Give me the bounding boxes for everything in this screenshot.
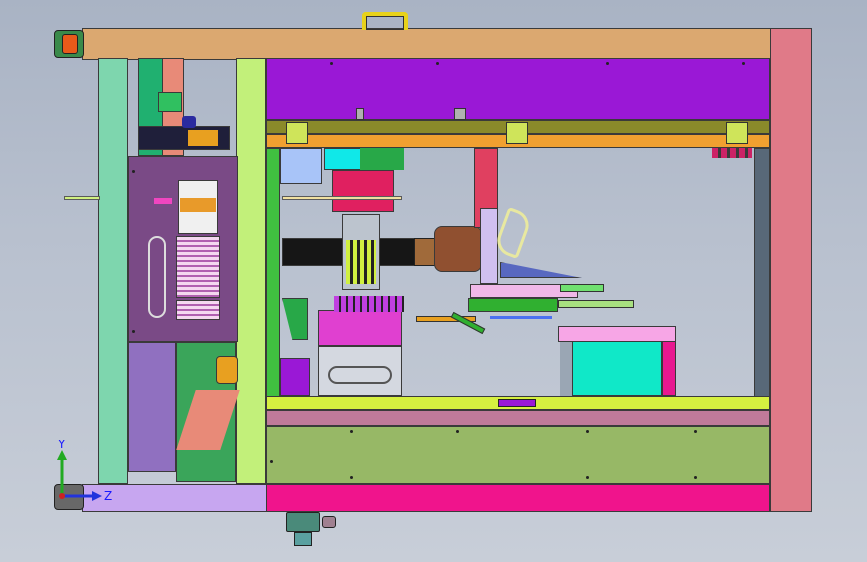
slide-rails — [346, 240, 376, 284]
bolt-hole — [606, 62, 609, 65]
cylinder-red — [332, 170, 394, 212]
right-frame-post — [770, 28, 812, 512]
hinge-icon — [506, 122, 528, 144]
bolt-hole — [270, 460, 273, 463]
blue-rod — [490, 316, 552, 319]
y-axis-label: Y — [57, 440, 66, 451]
triad-origin — [59, 493, 65, 499]
bolt-hole — [350, 430, 353, 433]
side-indicator — [712, 148, 752, 158]
panel-connector — [154, 198, 172, 204]
regulator-knob-icon — [182, 116, 196, 128]
feed-rod — [282, 196, 402, 200]
z-axis-arrow — [92, 491, 102, 501]
fixture-top — [334, 296, 404, 312]
feeder-block-light — [280, 148, 322, 184]
enclosure-pink-cover — [558, 326, 676, 342]
hinge-icon — [726, 122, 748, 144]
left-outer-post — [98, 58, 128, 484]
hinge-icon — [286, 122, 308, 144]
enclosure-gray-strip — [560, 342, 572, 396]
terminal-block-accent — [180, 198, 216, 212]
cyan-enclosure — [572, 340, 662, 396]
bolt-hole — [456, 430, 459, 433]
vertical-column-plate — [480, 208, 498, 284]
left-lower-panel — [128, 342, 176, 472]
motor-icon — [216, 356, 238, 384]
pneumatic-cylinder-lower — [468, 298, 558, 312]
top-left-cap-ring — [62, 34, 78, 54]
spindle-head — [434, 226, 482, 272]
y-axis-arrow — [57, 450, 67, 460]
bolt-hole — [694, 476, 697, 479]
bolt-hole — [742, 62, 745, 65]
bolt-hole — [436, 62, 439, 65]
window-slot — [328, 366, 392, 384]
leveling-foot-icon — [294, 532, 312, 546]
z-axis-label: Z — [104, 489, 112, 503]
left-post-light — [236, 58, 266, 484]
upper-cover-panel — [266, 58, 770, 120]
lower-cylinder-rod — [558, 300, 634, 308]
bolt-hole — [132, 330, 135, 333]
terminal-strip-lower — [176, 300, 220, 320]
regulator-accent — [188, 130, 218, 146]
cylinder-tip — [560, 284, 604, 292]
terminal-strip — [176, 236, 220, 298]
foot-nut — [322, 516, 336, 528]
side-rod — [64, 196, 100, 200]
top-frame-beam — [82, 28, 772, 60]
leveling-foot-icon — [286, 512, 320, 532]
bed-plate-slot — [498, 399, 536, 407]
bolt-hole — [132, 170, 135, 173]
panel-slot — [148, 236, 166, 318]
bolt-hole — [586, 476, 589, 479]
feeder-block-green — [360, 148, 404, 170]
chamber-purple-block — [280, 358, 310, 396]
bed-under-strip — [266, 410, 770, 426]
bottom-frame-beam — [266, 484, 770, 512]
bolt-hole — [350, 476, 353, 479]
upper-bracket — [356, 108, 364, 120]
bolt-hole — [330, 62, 333, 65]
base-fixture — [318, 310, 402, 346]
bolt-hole — [694, 430, 697, 433]
enclosure-pink-side — [662, 340, 676, 396]
chamber-left-rail — [266, 148, 280, 398]
carry-handle-icon[interactable] — [362, 12, 408, 30]
chamber-right-rail — [754, 148, 770, 398]
bolt-hole — [586, 430, 589, 433]
coordinate-triad-icon: Y Z — [57, 440, 112, 503]
cad-viewport[interactable]: Y Z — [0, 0, 867, 562]
valve-block — [158, 92, 182, 112]
upper-bracket — [454, 108, 466, 120]
